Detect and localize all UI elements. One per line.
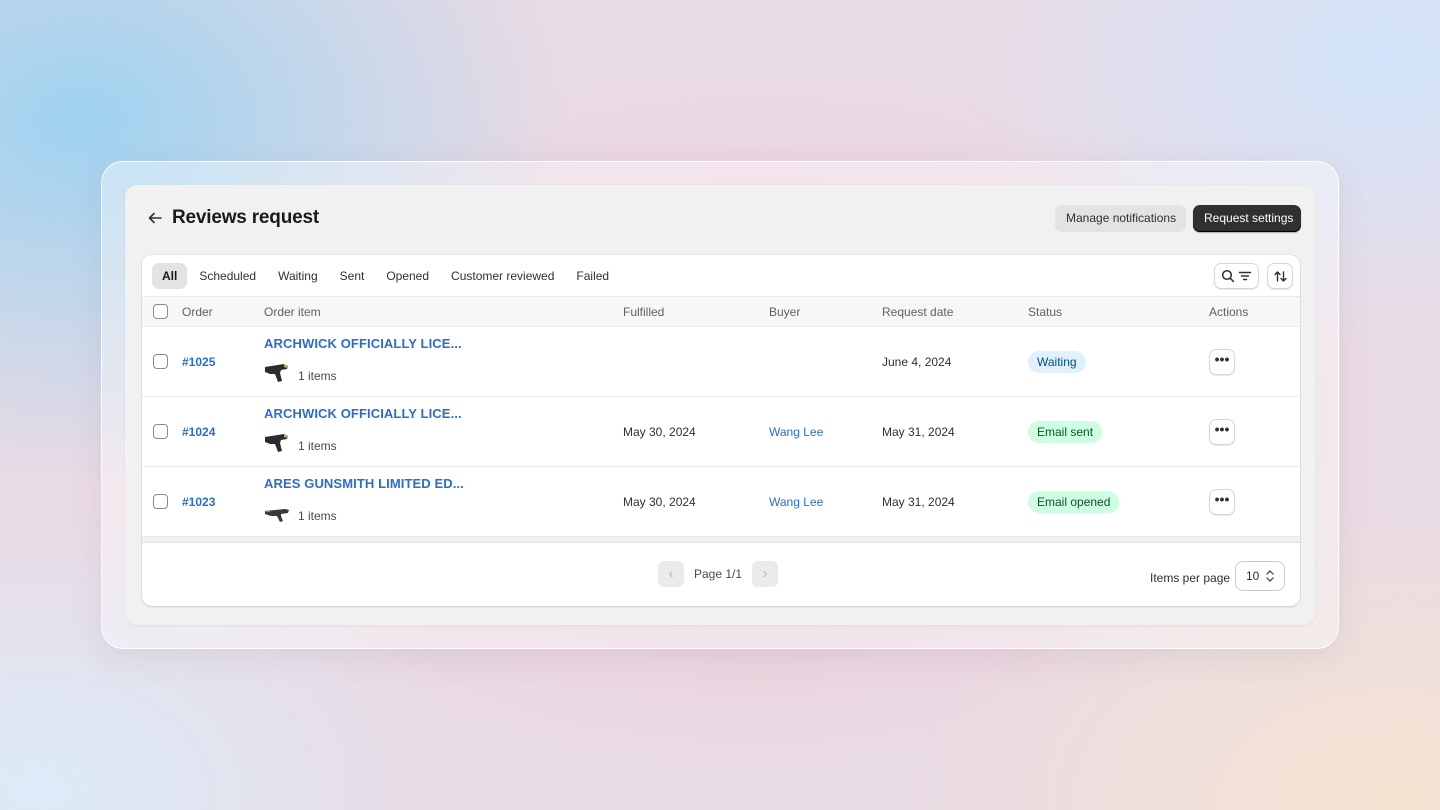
product-thumbnail [265,364,288,382]
column-actions: Actions [1209,305,1249,319]
items-count: 1 items [298,509,337,523]
column-request-date[interactable]: Request date [882,297,953,327]
search-icon [1221,269,1235,283]
page-title: Reviews request [172,207,319,228]
sort-button[interactable] [1267,263,1293,289]
row-checkbox[interactable] [153,424,168,439]
search-filter-button[interactable] [1214,263,1259,289]
fulfilled-date: May 30, 2024 [623,495,696,509]
product-name-link[interactable]: ARCHWICK OFFICIALLY LICE... [264,406,462,421]
status-badge: Email sent [1028,421,1103,443]
tab-sent[interactable]: Sent [330,263,375,289]
request-date: June 4, 2024 [882,355,952,369]
request-settings-button[interactable]: Request settings [1193,205,1301,232]
tab-failed[interactable]: Failed [566,263,619,289]
tab-opened[interactable]: Opened [376,263,439,289]
items-per-page-select[interactable]: 10 [1235,561,1285,591]
status-tabs: All Scheduled Waiting Sent Opened Custom… [152,263,619,289]
product-name-link[interactable]: ARES GUNSMITH LIMITED ED... [264,476,464,491]
orders-card: All Scheduled Waiting Sent Opened Custom… [142,255,1300,606]
filter-icon [1238,271,1252,281]
column-fulfilled[interactable]: Fulfilled [623,297,664,327]
items-count: 1 items [298,439,337,453]
page-header: Reviews request Manage notifications Req… [125,185,1315,253]
request-date: May 31, 2024 [882,425,955,439]
buyer-link[interactable]: Wang Lee [769,425,823,439]
tab-waiting[interactable]: Waiting [268,263,328,289]
table-row[interactable]: #1024 ARCHWICK OFFICIALLY LICE... 1 item… [142,397,1300,467]
items-per-page-value: 10 [1246,569,1260,583]
order-number-link[interactable]: #1024 [182,425,215,439]
pagination: ‹ Page 1/1 › [658,561,779,587]
items-per-page-label: Items per page [1150,571,1231,585]
row-checkbox[interactable] [153,494,168,509]
select-all-checkbox[interactable] [153,304,168,319]
app-window: Reviews request Manage notifications Req… [125,185,1315,625]
column-order[interactable]: Order [182,297,213,327]
product-thumbnail [265,434,288,452]
tab-customer-reviewed[interactable]: Customer reviewed [441,263,564,289]
back-arrow-icon[interactable] [145,208,165,228]
product-name-link[interactable]: ARCHWICK OFFICIALLY LICE... [264,336,462,351]
request-date: May 31, 2024 [882,495,955,509]
manage-notifications-button[interactable]: Manage notifications [1055,205,1186,232]
next-page-button[interactable]: › [752,561,779,587]
previous-page-button[interactable]: ‹ [658,561,684,587]
tab-all[interactable]: All [152,263,188,289]
table-row[interactable]: #1025 ARCHWICK OFFICIALLY LICE... 1 item… [142,327,1300,397]
column-buyer[interactable]: Buyer [769,297,800,327]
column-order-item[interactable]: Order item [264,297,321,327]
row-actions-button[interactable]: ••• [1209,419,1235,445]
column-status[interactable]: Status [1028,297,1062,327]
table-header: Order Order item Fulfilled Buyer Request… [142,296,1300,327]
row-actions-button[interactable]: ••• [1209,349,1235,375]
items-count: 1 items [298,369,337,383]
status-badge: Email opened [1028,491,1120,513]
select-chevron-icon [1266,570,1274,582]
sort-icon [1273,270,1287,282]
fulfilled-date: May 30, 2024 [623,425,696,439]
order-number-link[interactable]: #1023 [182,495,215,509]
order-number-link[interactable]: #1025 [182,355,215,369]
tab-scheduled[interactable]: Scheduled [189,263,266,289]
buyer-link[interactable]: Wang Lee [769,495,823,509]
row-checkbox[interactable] [153,354,168,369]
table-row[interactable]: #1023 ARES GUNSMITH LIMITED ED... 1 item… [142,467,1300,537]
horizontal-scrollbar[interactable] [142,537,1300,543]
product-thumbnail [265,509,289,522]
status-badge: Waiting [1028,351,1086,373]
page-indicator: Page 1/1 [694,567,743,581]
row-actions-button[interactable]: ••• [1209,489,1235,515]
